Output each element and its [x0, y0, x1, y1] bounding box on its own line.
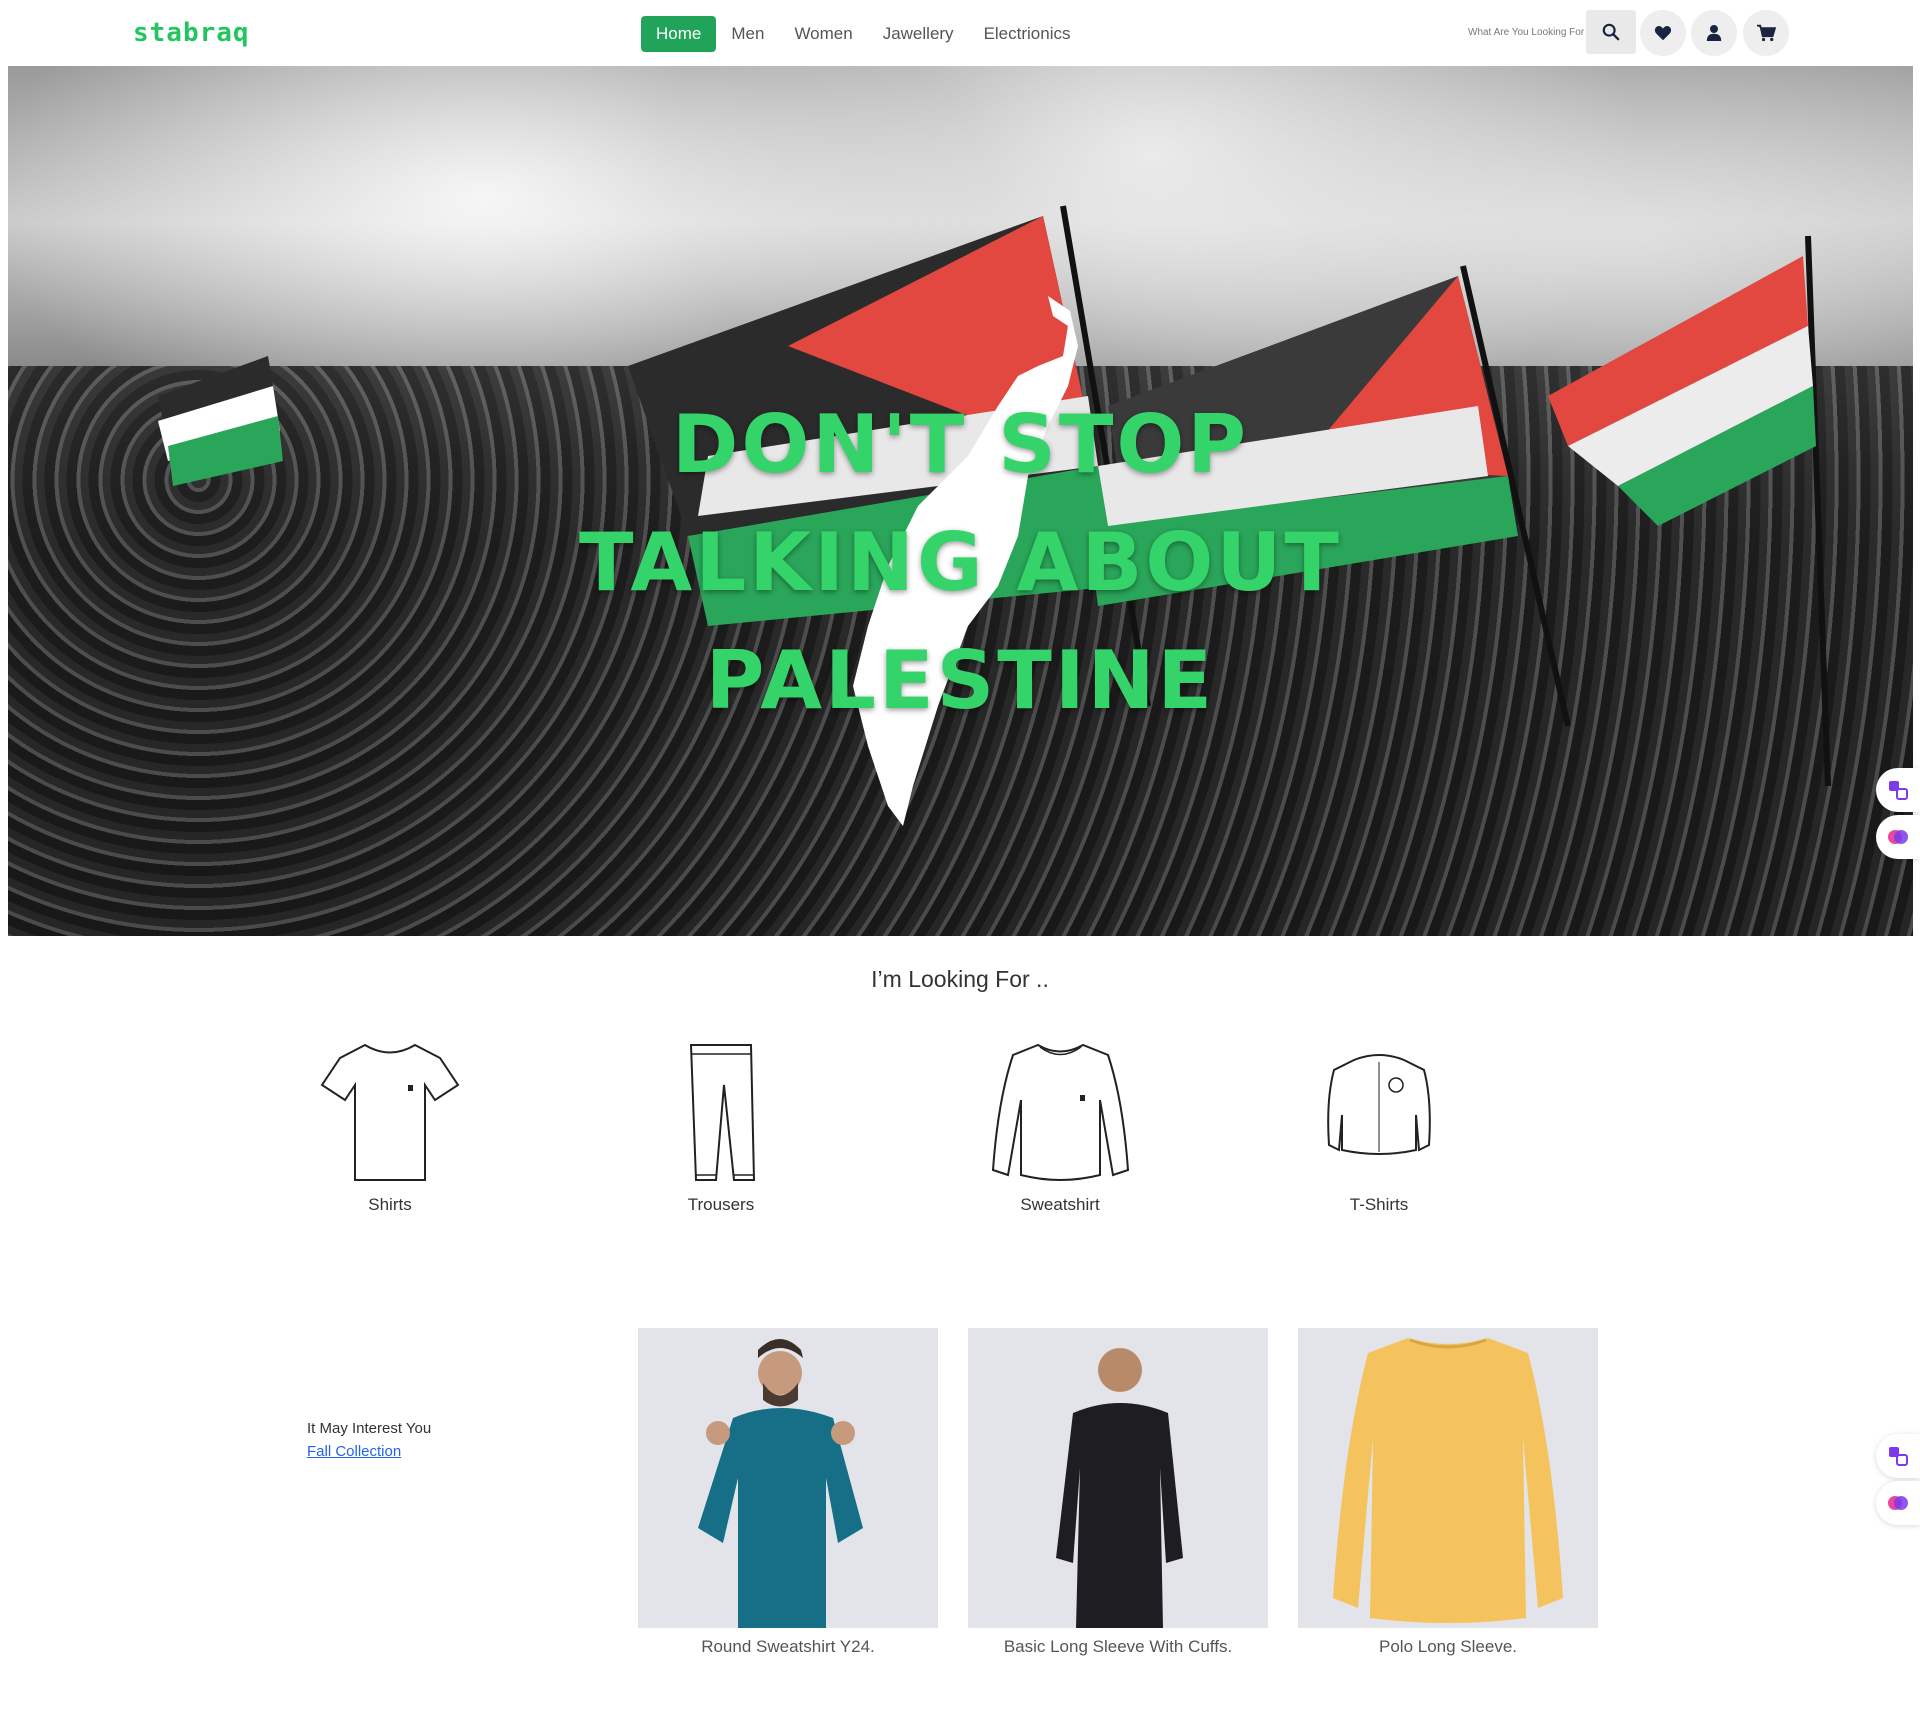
main-nav: Home Men Women Jawellery Electrionics [641, 15, 1085, 52]
ai-widget-button-2[interactable] [1876, 1481, 1920, 1525]
site-logo[interactable]: stabraq [133, 18, 250, 48]
interest-heading: It May Interest You [307, 1420, 432, 1437]
navbar: stabraq Home Men Women Jawellery Electri… [0, 0, 1920, 66]
product-image[interactable] [638, 1328, 938, 1628]
hero-title-line-3: PALESTINE [705, 634, 1216, 727]
search-box [1466, 10, 1586, 54]
heart-icon [1654, 26, 1672, 41]
product-image[interactable] [1298, 1328, 1598, 1628]
hero-title-line-1: DON'T STOP [671, 398, 1250, 491]
product-photo-garment [1333, 1338, 1563, 1623]
nav-link-men[interactable]: Men [716, 16, 779, 52]
product-name[interactable]: Round Sweatshirt Y24. [638, 1637, 938, 1657]
product-name[interactable]: Basic Long Sleeve With Cuffs. [968, 1637, 1268, 1657]
hero-title-line-2: TALKING ABOUT [579, 516, 1342, 609]
looking-for-title: I’m Looking For .. [871, 966, 1049, 992]
brain-icon [1888, 830, 1908, 844]
hero-banner: DON'T STOP TALKING ABOUT PALESTINE [8, 66, 1913, 936]
trousers-icon [689, 1044, 756, 1181]
product-card[interactable]: Round Sweatshirt Y24. [638, 1328, 938, 1657]
translate-icon [1889, 1447, 1908, 1466]
category-label-shirts: Shirts [368, 1195, 412, 1214]
search-input[interactable] [1466, 26, 1586, 38]
category-trousers[interactable]: Trousers [621, 1040, 821, 1215]
category-tshirts[interactable]: T-Shirts [1279, 1040, 1479, 1215]
cart-button[interactable] [1743, 10, 1789, 56]
search-button[interactable] [1586, 10, 1636, 54]
category-label-trousers: Trousers [687, 1195, 755, 1214]
search-icon [1602, 23, 1620, 41]
nav-link-electronics[interactable]: Electrionics [969, 16, 1086, 52]
cart-icon [1757, 24, 1776, 42]
translate-widget-button[interactable] [1876, 768, 1920, 812]
product-photo-model [1056, 1348, 1183, 1628]
hero-title: DON'T STOP TALKING ABOUT PALESTINE [8, 386, 1913, 740]
product-photo-model [698, 1339, 863, 1628]
tshirt-icon [1327, 1054, 1431, 1155]
user-icon [1706, 25, 1722, 41]
account-button[interactable] [1691, 10, 1737, 56]
nav-link-jewellery[interactable]: Jawellery [868, 16, 969, 52]
translate-icon [1889, 781, 1908, 800]
product-image[interactable] [968, 1328, 1268, 1628]
product-card[interactable]: Basic Long Sleeve With Cuffs. [968, 1328, 1268, 1657]
shirt-icon [320, 1043, 460, 1181]
product-name[interactable]: Polo Long Sleeve. [1298, 1637, 1598, 1657]
nav-link-home[interactable]: Home [641, 15, 717, 52]
sweatshirt-icon [991, 1043, 1129, 1181]
category-label-tshirts: T-Shirts [1349, 1195, 1409, 1214]
ai-widget-button[interactable] [1876, 815, 1920, 859]
nav-link-women[interactable]: Women [779, 16, 867, 52]
brain-icon [1888, 1496, 1908, 1510]
category-shirts[interactable]: Shirts [290, 1040, 490, 1215]
product-card[interactable]: Polo Long Sleeve. [1298, 1328, 1598, 1657]
fall-collection-link[interactable]: Fall Collection [307, 1443, 431, 1460]
interest-section: It May Interest You Fall Collection [307, 1420, 431, 1460]
category-label-sweatshirt: Sweatshirt [1020, 1195, 1100, 1214]
wishlist-button[interactable] [1640, 10, 1686, 56]
category-sweatshirt[interactable]: Sweatshirt [960, 1040, 1160, 1215]
translate-widget-button-2[interactable] [1876, 1434, 1920, 1478]
